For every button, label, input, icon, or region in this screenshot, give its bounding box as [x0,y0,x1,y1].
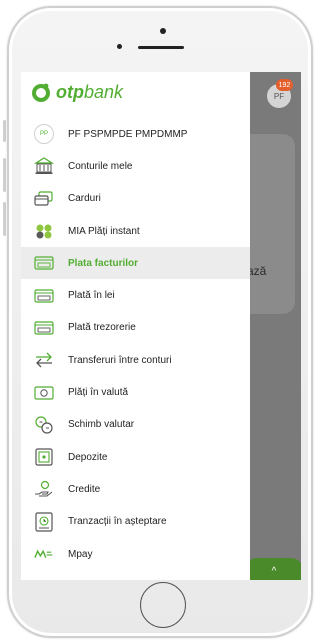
menu-item-my-accounts[interactable]: Conturile mele [21,150,250,182]
payment-lei-icon [34,286,54,306]
menu-item-label: Schimb valutar [68,419,135,431]
deposit-icon [34,447,54,467]
earpiece-speaker [138,46,184,49]
phone-volume-down-button [3,202,6,236]
cards-icon [34,189,54,209]
menu-item-label: Plata facturilor [68,257,139,269]
menu-item-label: PF PSPMPDE PMPDMMP [68,128,188,140]
currency-payment-icon [34,383,54,403]
profile-initials-icon: PP [34,124,54,145]
menu-item-bill-payment[interactable]: Plata facturilor [21,247,250,280]
logo-wordmark: otpbank [56,82,123,103]
background-green-button[interactable]: ^ [245,558,301,580]
proximity-sensor [117,44,122,49]
bank-building-icon [34,156,54,176]
logo-otp-text: otp [56,81,84,102]
menu-item-cards[interactable]: Carduri [21,183,250,215]
home-button[interactable] [140,582,186,628]
menu-item-credits[interactable]: Credite [21,473,250,505]
phone-volume-up-button [3,158,6,192]
menu-item-label: Plăți în valută [68,387,129,399]
menu-item-label: Plată trezorerie [68,322,136,334]
menu-item-label: Tranzacții în așteptare [68,516,167,528]
avatar-initials: PF [273,91,285,101]
menu-item-label: Carduri [68,193,101,205]
menu-item-foreign-currency-payments[interactable]: Plăți în valută [21,376,250,408]
menu-item-label: Depozite [68,451,108,463]
menu-item-label: MIA Plăți instant [68,225,140,237]
menu-item-label: Conturile mele [68,160,133,172]
menu-item-label: Mpay [68,548,93,560]
menu-item-currency-exchange[interactable]: Schimb valutar [21,409,250,441]
otp-bank-logo: otpbank [31,80,123,104]
otp-logo-mark-icon [32,83,50,102]
notification-badge: 192 [276,79,293,91]
logo-bank-text: bank [83,81,124,102]
menu-item-label: Plată în lei [68,290,115,302]
screen: PF 192 ază ^ otpbank PP PF PSPMPDE PMPDM… [21,72,301,580]
menu-item-transfers-between-accounts[interactable]: Transferuri între conturi [21,344,250,376]
menu-item-profile[interactable]: PP PF PSPMPDE PMPDMMP [21,118,250,150]
treasury-payment-icon [34,318,54,338]
mia-icon [34,221,54,241]
phone-side-button [3,120,6,142]
menu-item-label: Credite [68,483,101,495]
menu-item-label: Transferuri între conturi [68,354,172,366]
front-camera [160,28,166,34]
notification-count: 192 [278,81,291,89]
menu-item-treasury-payment[interactable]: Plată trezorerie [21,312,250,344]
menu-item-pending-transactions[interactable]: Tranzacții în așteptare [21,506,250,538]
menu-item-deposits[interactable]: Depozite [21,441,250,473]
bill-icon [34,253,54,273]
menu-item-mia-instant-payments[interactable]: MIA Plăți instant [21,215,250,247]
mpay-logo-icon [34,544,54,564]
navigation-drawer: otpbank PP PF PSPMPDE PMPDMMP Conturile … [21,72,250,580]
chevron-up-icon: ^ [271,565,277,577]
drawer-menu: PP PF PSPMPDE PMPDMMP Conturile mele Car… [21,118,250,570]
currency-exchange-icon [34,415,54,435]
menu-item-mpay[interactable]: Mpay [21,538,250,570]
pending-transactions-icon [34,512,54,532]
transfer-arrows-icon [34,350,54,370]
credit-hand-icon [34,479,54,499]
menu-item-payment-lei[interactable]: Plată în lei [21,279,250,311]
